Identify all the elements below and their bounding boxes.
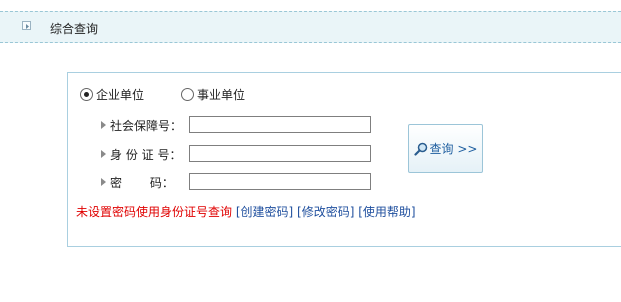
- password-input[interactable]: [189, 173, 371, 190]
- password-warning-text: 未设置密码使用身份证号查询: [76, 205, 233, 219]
- expand-icon[interactable]: [22, 21, 31, 30]
- query-button[interactable]: 查询 >>: [408, 124, 483, 173]
- query-panel: 企业单位 事业单位 社会保障号： 身 份 证 号： 密 码： 查询 >> 未设置…: [67, 72, 621, 247]
- social-security-input[interactable]: [189, 116, 371, 133]
- bullet-arrow-icon: [101, 150, 106, 158]
- bullet-arrow-icon: [101, 178, 106, 186]
- bullet-arrow-icon: [101, 121, 106, 129]
- create-password-link[interactable]: [创建密码]: [236, 205, 293, 219]
- change-password-link[interactable]: [修改密码]: [297, 205, 354, 219]
- radio-enterprise[interactable]: 企业单位: [80, 86, 144, 103]
- help-link[interactable]: [使用帮助]: [358, 205, 415, 219]
- password-label: 密 码：: [110, 176, 174, 190]
- radio-public-institution-dot[interactable]: [181, 88, 194, 101]
- social-security-label: 社会保障号：: [110, 119, 183, 133]
- query-button-label: 查询 >>: [429, 142, 478, 156]
- id-number-label: 身 份 证 号：: [110, 148, 182, 162]
- radio-public-institution[interactable]: 事业单位: [181, 86, 245, 103]
- id-number-input[interactable]: [189, 145, 371, 162]
- radio-public-institution-label: 事业单位: [197, 88, 246, 102]
- section-header: 综合查询: [0, 11, 621, 43]
- hint-links: 未设置密码使用身份证号查询 [创建密码] [修改密码] [使用帮助]: [76, 203, 416, 220]
- section-title: 综合查询: [50, 22, 99, 36]
- search-icon: [413, 142, 427, 156]
- radio-enterprise-label: 企业单位: [96, 88, 145, 102]
- radio-enterprise-dot[interactable]: [80, 88, 93, 101]
